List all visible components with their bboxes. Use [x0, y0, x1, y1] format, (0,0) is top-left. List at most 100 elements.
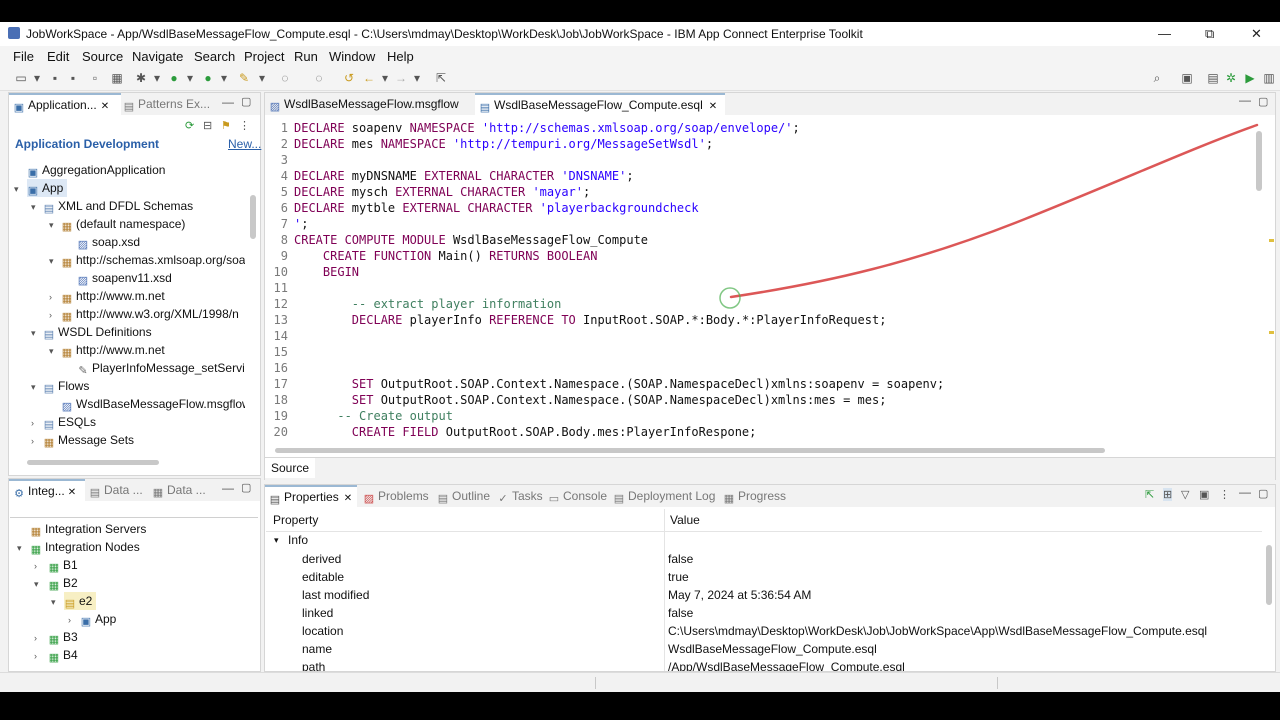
collapse-arrow-icon[interactable]: › [34, 651, 37, 661]
collapse-arrow-icon[interactable]: › [31, 436, 34, 446]
code-line[interactable]: CREATE COMPUTE MODULE WsdlBaseMessageFlo… [294, 232, 648, 248]
pin-icon[interactable]: ⇱ [434, 71, 448, 85]
code-line[interactable]: SET OutputRoot.SOAP.Context.Namespace.(S… [294, 376, 944, 392]
close-tab-icon[interactable]: ✕ [709, 101, 717, 112]
tab-integration-explorer[interactable]: ⚙ Integ... ✕ [9, 479, 85, 502]
back-icon[interactable]: ← [362, 71, 376, 85]
print-icon[interactable]: ▫ [88, 71, 102, 85]
tab-progress[interactable]: ▦ Progress [723, 485, 786, 507]
code-line[interactable]: '; [294, 216, 308, 232]
expand-arrow-icon[interactable]: ▾ [49, 256, 54, 267]
tree-item-b4[interactable]: ▦ B4 [48, 646, 78, 664]
tree-item-msgflow[interactable]: ▨ WsdlBaseMessageFlow.msgflow [61, 395, 245, 413]
annotation-icon[interactable]: ◌ [278, 71, 292, 85]
wand-icon[interactable]: ✎ [237, 71, 251, 85]
expand-arrow-icon[interactable]: ▾ [31, 382, 36, 393]
expand-arrow-icon[interactable]: ▾ [31, 328, 36, 339]
menu-navigate[interactable]: Navigate [132, 49, 183, 64]
chevron-down-icon[interactable]: ▾ [150, 71, 164, 85]
maximize-view-icon[interactable]: ▢ [241, 481, 251, 494]
tree-item-e2[interactable]: ▤ e2 [64, 592, 97, 610]
code-line[interactable]: BEGIN [294, 264, 359, 280]
close-button[interactable]: ✕ [1251, 26, 1262, 42]
expand-arrow-icon[interactable]: ▾ [17, 543, 22, 554]
perspective-icon[interactable]: ▤ [1206, 71, 1220, 85]
code-line[interactable]: DECLARE playerInfo REFERENCE TO InputRoo… [294, 312, 887, 328]
menu-window[interactable]: Window [329, 49, 375, 64]
code-line[interactable]: -- extract player information [294, 296, 562, 312]
tab-msgflow-editor[interactable]: ▨ WsdlBaseMessageFlow.msgflow [269, 93, 459, 115]
next-annotation-icon[interactable]: ◌ [312, 71, 326, 85]
tab-tasks[interactable]: ✓ Tasks [497, 485, 542, 507]
tree-item-playerinfo-wsdl[interactable]: ✎ PlayerInfoMessage_setServic [77, 359, 245, 377]
collapse-arrow-icon[interactable]: › [49, 292, 52, 302]
save-icon[interactable]: ▪ [48, 71, 62, 85]
run-icon[interactable]: ● [167, 71, 181, 85]
new-icon[interactable]: ▭ [14, 71, 28, 85]
minimize-view-icon[interactable]: — [222, 481, 234, 495]
search-icon[interactable]: ⌕ [1150, 71, 1164, 85]
view-menu-icon[interactable]: ⋮ [239, 119, 250, 132]
restore-defaults-icon[interactable]: ▣ [1199, 488, 1209, 501]
code-line[interactable]: DECLARE mytble EXTERNAL CHARACTER 'playe… [294, 200, 699, 216]
tab-data-project[interactable]: ▦ Data ... [152, 479, 206, 501]
tree-item-message-sets[interactable]: ▦ Message Sets [43, 431, 134, 449]
tree-item-integration-servers[interactable]: ▦ Integration Servers [30, 520, 147, 538]
tree-item-b1[interactable]: ▦ B1 [48, 556, 78, 574]
code-editor[interactable]: 1 DECLARE soapenv NAMESPACE 'http://schem… [266, 116, 1252, 440]
menu-run[interactable]: Run [294, 49, 318, 64]
expand-arrow-icon[interactable]: ▾ [51, 597, 56, 608]
perspective-debug-icon[interactable]: ▥ [1262, 71, 1276, 85]
editor-horizontal-scrollbar[interactable] [275, 448, 1105, 453]
expand-arrow-icon[interactable]: ▾ [14, 184, 19, 195]
close-tab-icon[interactable]: ✕ [101, 101, 109, 112]
collapse-all-icon[interactable]: ⊟ [203, 119, 212, 132]
menu-edit[interactable]: Edit [47, 49, 69, 64]
code-line[interactable]: SET OutputRoot.SOAP.Context.Namespace.(S… [294, 392, 887, 408]
perspective-gear-icon[interactable]: ✲ [1224, 71, 1238, 85]
minimize-view-icon[interactable]: — [222, 95, 234, 109]
menu-project[interactable]: Project [244, 49, 284, 64]
chevron-down-icon[interactable]: ▾ [255, 71, 269, 85]
property-row-editable[interactable]: editable true [266, 568, 1256, 586]
tab-outline[interactable]: ▤ Outline [437, 485, 490, 507]
categories-icon[interactable]: ⊞ [1163, 488, 1173, 501]
menu-source[interactable]: Source [82, 49, 123, 64]
property-row-linked[interactable]: linked false [266, 604, 1256, 622]
tree-horizontal-scrollbar[interactable] [27, 460, 159, 465]
forward-icon[interactable]: → [394, 71, 408, 85]
properties-scrollbar[interactable] [1266, 545, 1272, 605]
minimize-editor-icon[interactable]: — [1239, 93, 1251, 107]
collapse-arrow-icon[interactable]: › [49, 310, 52, 320]
menu-search[interactable]: Search [194, 49, 235, 64]
tab-console[interactable]: ▭ Console [548, 485, 607, 507]
chevron-down-icon[interactable]: ▾ [183, 71, 197, 85]
collapse-arrow-icon[interactable]: › [34, 561, 37, 571]
code-line[interactable]: DECLARE myDNSNAME EXTERNAL CHARACTER 'DN… [294, 168, 634, 184]
tab-esql-editor[interactable]: ▤ WsdlBaseMessageFlow_Compute.esql ✕ [475, 93, 726, 116]
tree-scrollbar[interactable] [250, 195, 256, 239]
code-line[interactable]: CREATE FUNCTION Main() RETURNS BOOLEAN [294, 248, 598, 264]
tree-item-integration-nodes[interactable]: ▦ Integration Nodes [30, 538, 140, 556]
chevron-down-icon[interactable]: ▾ [217, 71, 231, 85]
minimize-button[interactable]: — [1158, 26, 1171, 41]
tree-item-schemas-xmlsoap-namespace[interactable]: ▦ http://schemas.xmlsoap.org/soa [61, 251, 245, 269]
expand-arrow-icon[interactable]: ▾ [274, 531, 279, 549]
tree-item-m-net-namespace[interactable]: ▦ http://www.m.net [61, 287, 165, 305]
code-line[interactable]: -- Create output [294, 408, 453, 424]
tab-data-source[interactable]: ▤ Data ... [89, 479, 143, 501]
expand-arrow-icon[interactable]: ▾ [49, 220, 54, 231]
open-perspective-icon[interactable]: ▣ [1180, 71, 1194, 85]
tree-item-deployed-app[interactable]: ▣ App [80, 610, 117, 628]
tab-properties[interactable]: ▤ Properties ✕ [265, 485, 357, 508]
tree-item-w3-namespace[interactable]: ▦ http://www.w3.org/XML/1998/n [61, 305, 239, 323]
expand-arrow-icon[interactable]: ▾ [34, 579, 39, 590]
minimize-view-icon[interactable]: — [1239, 485, 1251, 499]
collapse-arrow-icon[interactable]: › [31, 418, 34, 428]
collapse-arrow-icon[interactable]: › [34, 633, 37, 643]
external-tools-icon[interactable]: ● [201, 71, 215, 85]
expand-arrow-icon[interactable]: ▾ [49, 346, 54, 357]
property-row-name[interactable]: name WsdlBaseMessageFlow_Compute.esql [266, 640, 1256, 658]
tree-item-esqls[interactable]: ▤ ESQLs [43, 413, 96, 431]
property-group-info[interactable]: ▾ Info [266, 531, 1256, 549]
